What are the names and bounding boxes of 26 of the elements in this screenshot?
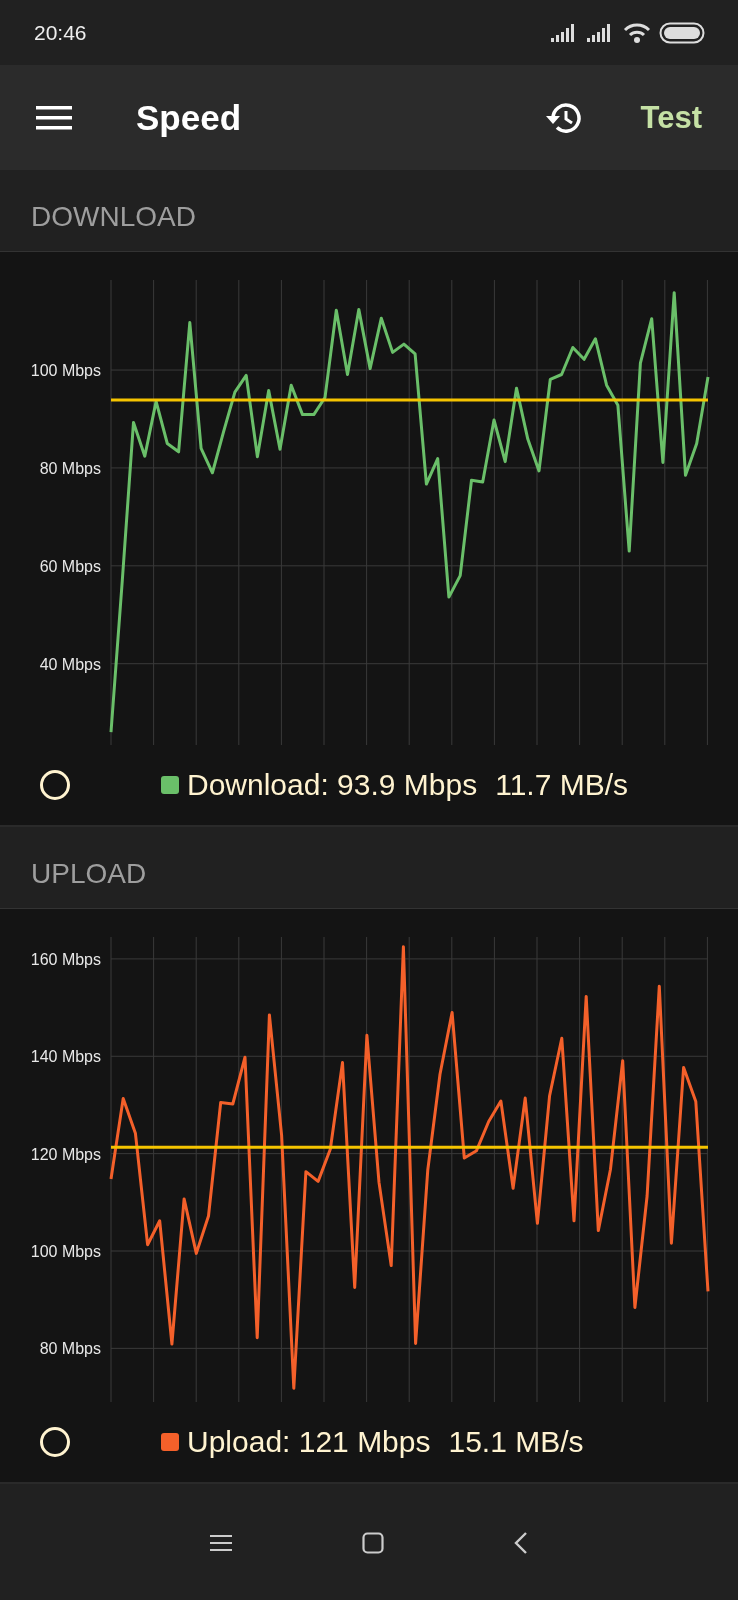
status-time: 20:46 <box>34 20 87 45</box>
back-icon[interactable] <box>514 1531 528 1555</box>
menu-icon[interactable] <box>36 105 72 130</box>
axis-label: 80 Mbps <box>39 459 101 477</box>
axis-label: 80 Mbps <box>39 1340 101 1358</box>
axis-label: 160 Mbps <box>30 950 101 968</box>
ring-icon <box>39 1426 71 1458</box>
app-title: Speed <box>136 97 243 138</box>
axis-label: 120 Mbps <box>30 1145 101 1163</box>
home-icon[interactable] <box>362 1532 384 1554</box>
axis-label: 140 Mbps <box>30 1048 101 1066</box>
section-heading: DOWNLOAD <box>31 200 196 233</box>
legend-label: Download: 93.9 Mbps <box>187 768 478 802</box>
ring-icon <box>39 769 71 801</box>
axis-label: 40 Mbps <box>39 655 101 673</box>
legend-label: Upload: 121 Mbps <box>187 1425 431 1459</box>
axis-label: 100 Mbps <box>30 362 101 380</box>
transfer-rate: 11.7 MB/s <box>495 768 628 802</box>
wifi-icon <box>623 21 651 44</box>
section-heading: UPLOAD <box>31 857 147 890</box>
test-button[interactable]: Test <box>640 99 702 136</box>
battery-icon <box>659 21 705 44</box>
axis-label: 60 Mbps <box>39 557 101 575</box>
menu-icon[interactable] <box>210 1534 232 1552</box>
transfer-rate: 15.1 MB/s <box>448 1425 584 1459</box>
axis-label: 100 Mbps <box>30 1243 101 1260</box>
